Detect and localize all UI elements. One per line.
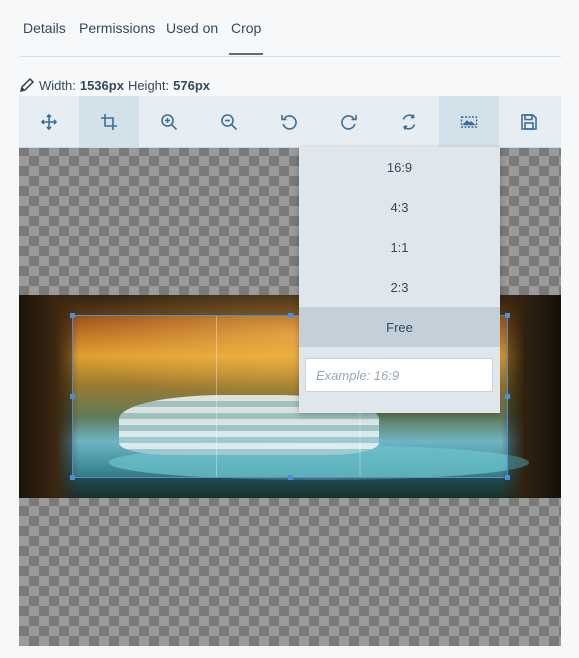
- crop-handle-bottom[interactable]: [288, 475, 293, 480]
- crop-mask: [72, 478, 508, 498]
- rotate-right-icon: [341, 114, 357, 130]
- move-tool-button[interactable]: [19, 96, 79, 147]
- crop-editor: 16:9 4:3 1:1 2:3 Free: [19, 96, 561, 646]
- reset-icon: [402, 113, 416, 130]
- crop-tool-button[interactable]: [79, 96, 139, 147]
- tab-permissions[interactable]: Permissions: [79, 20, 155, 36]
- crop-handle-right[interactable]: [505, 394, 510, 399]
- zoom-out-icon: [221, 113, 238, 130]
- crop-handle-top-right[interactable]: [505, 313, 510, 318]
- width-label: Width:: [39, 77, 76, 93]
- tab-bar: Details Permissions Used on Crop: [20, 0, 561, 57]
- aspect-ratio-button[interactable]: [439, 96, 499, 147]
- height-value: 576px: [173, 77, 211, 93]
- ratio-option-1-1[interactable]: 1:1: [299, 227, 500, 267]
- save-icon: [521, 113, 537, 130]
- rotate-right-button[interactable]: [319, 96, 379, 147]
- zoom-out-button[interactable]: [199, 96, 259, 147]
- crop-mask: [19, 295, 72, 498]
- save-button[interactable]: [499, 96, 559, 147]
- crop-handle-bottom-right[interactable]: [505, 475, 510, 480]
- aspect-ratio-icon: [460, 115, 478, 128]
- crop-icon: [101, 113, 117, 130]
- crop-handle-left[interactable]: [70, 394, 75, 399]
- ratio-option-4-3[interactable]: 4:3: [299, 187, 500, 227]
- move-icon: [40, 113, 58, 130]
- ratio-option-16-9[interactable]: 16:9: [299, 147, 500, 187]
- crop-handle-bottom-left[interactable]: [70, 475, 75, 480]
- zoom-in-button[interactable]: [139, 96, 199, 147]
- tab-crop[interactable]: Crop: [228, 20, 264, 55]
- rotate-left-icon: [281, 114, 297, 130]
- editor-toolbar: [19, 96, 561, 148]
- tab-details[interactable]: Details: [23, 20, 66, 36]
- crop-mask: [508, 295, 561, 498]
- image-dimensions: Width: 1536px Height: 576px: [19, 77, 210, 93]
- custom-ratio-input[interactable]: [305, 358, 493, 392]
- rotate-left-button[interactable]: [259, 96, 319, 147]
- crop-handle-top-left[interactable]: [70, 313, 75, 318]
- aspect-ratio-menu: 16:9 4:3 1:1 2:3 Free: [299, 147, 500, 413]
- pencil-icon: [19, 77, 35, 93]
- height-label: Height:: [127, 77, 170, 93]
- zoom-in-icon: [161, 113, 178, 130]
- crop-handle-top[interactable]: [288, 313, 293, 318]
- ratio-option-free[interactable]: Free: [299, 307, 500, 347]
- reset-button[interactable]: [379, 96, 439, 147]
- ratio-option-2-3[interactable]: 2:3: [299, 267, 500, 307]
- width-value: 1536px: [79, 77, 124, 93]
- tab-used-on[interactable]: Used on: [166, 20, 218, 36]
